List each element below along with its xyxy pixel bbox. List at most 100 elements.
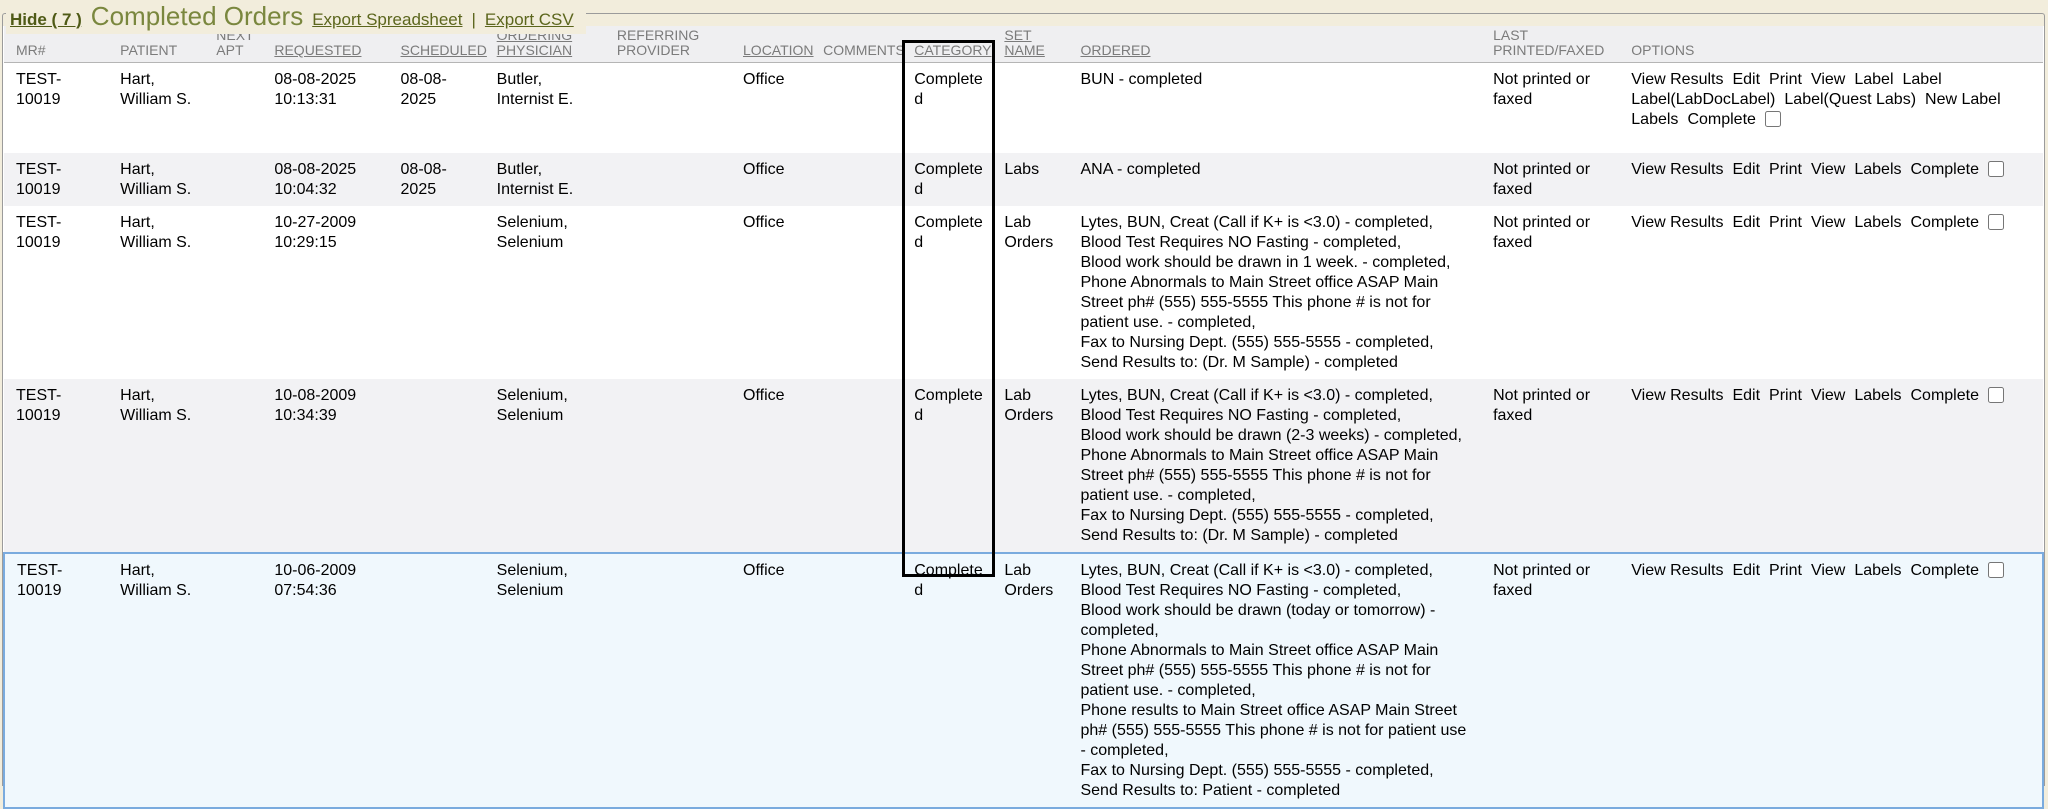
option-link-view[interactable]: View (1811, 386, 1845, 406)
option-link-view-results[interactable]: View Results (1631, 386, 1723, 406)
cell-next-apt (206, 206, 264, 379)
cell-referring-provider (607, 153, 733, 206)
option-link-view-results[interactable]: View Results (1631, 70, 1723, 90)
cell-last-printed-faxed: Not printed or faxed (1483, 553, 1621, 808)
option-link-complete[interactable]: Complete (1911, 561, 1979, 581)
cell-comments (813, 63, 904, 153)
option-link-complete[interactable]: Complete (1911, 213, 1979, 233)
cell-ordered: BUN - completed (1070, 63, 1483, 153)
cell-mr: TEST-10019 (4, 553, 110, 808)
option-link-labels[interactable]: Labels (1631, 110, 1678, 130)
order-row: TEST-10019Hart, William S.10-27-2009 10:… (4, 206, 2043, 379)
option-link-edit[interactable]: Edit (1732, 70, 1760, 90)
option-link-complete[interactable]: Complete (1911, 386, 1979, 406)
cell-referring-provider (607, 206, 733, 379)
option-link-label-labdoclabel[interactable]: Label(LabDocLabel) (1631, 90, 1775, 110)
option-link-labels[interactable]: Labels (1854, 213, 1901, 233)
table-body: TEST-10019Hart, William S.08-08-2025 10:… (4, 63, 2043, 808)
option-link-label[interactable]: Label (1854, 70, 1893, 90)
cell-next-apt (206, 553, 264, 808)
column-header-label-requested[interactable]: REQUESTED (274, 42, 361, 58)
column-header-label-referring-provider: REFERRING PROVIDER (617, 27, 699, 58)
option-link-print[interactable]: Print (1769, 561, 1802, 581)
ordered-item: ANA - completed (1080, 160, 1475, 180)
option-link-print[interactable]: Print (1769, 213, 1802, 233)
option-link-edit[interactable]: Edit (1732, 386, 1760, 406)
column-header-label-category[interactable]: CATEGORY (914, 42, 991, 58)
ordered-item: Send Results to: Patient - completed (1080, 781, 1475, 801)
option-link-view-results[interactable]: View Results (1631, 160, 1723, 180)
column-header-label-options: OPTIONS (1631, 42, 1694, 58)
option-link-view[interactable]: View (1811, 70, 1845, 90)
cell-scheduled (391, 379, 487, 553)
export-spreadsheet-link[interactable]: Export Spreadsheet (312, 10, 462, 30)
column-header-last-printed-faxed: LAST PRINTED/FAXED (1483, 26, 1621, 63)
complete-checkbox[interactable] (1988, 161, 2004, 177)
order-row: TEST-10019Hart, William S.08-08-2025 10:… (4, 63, 2043, 153)
cell-ordering-physician: Selenium, Selenium (487, 379, 607, 553)
cell-comments (813, 379, 904, 553)
ordered-item: Blood work should be drawn in 1 week. - … (1080, 253, 1475, 273)
column-header-referring-provider: REFERRING PROVIDER (607, 26, 733, 63)
complete-checkbox[interactable] (1988, 562, 2004, 578)
column-header-label-patient: PATIENT (120, 42, 177, 58)
complete-checkbox[interactable] (1988, 214, 2004, 230)
cell-last-printed-faxed: Not printed or faxed (1483, 206, 1621, 379)
ordered-item: Blood work should be drawn (today or tom… (1080, 601, 1475, 641)
option-link-print[interactable]: Print (1769, 386, 1802, 406)
ordered-item: Send Results to: (Dr. M Sample) - comple… (1080, 526, 1475, 546)
column-header-label-mr: MR# (16, 42, 46, 58)
column-header-label-comments: COMMENTS (823, 42, 905, 58)
cell-location: Office (733, 379, 813, 553)
export-csv-link[interactable]: Export CSV (485, 10, 574, 30)
cell-scheduled: 08-08-2025 (391, 153, 487, 206)
cell-ordering-physician: Selenium, Selenium (487, 553, 607, 808)
complete-checkbox[interactable] (1988, 387, 2004, 403)
cell-requested: 10-06-2009 07:54:36 (264, 553, 390, 808)
option-link-new-label[interactable]: New Label (1925, 90, 2001, 110)
option-link-edit[interactable]: Edit (1732, 213, 1760, 233)
cell-referring-provider (607, 63, 733, 153)
option-link-label-quest-labs[interactable]: Label(Quest Labs) (1784, 90, 1916, 110)
cell-requested: 08-08-2025 10:13:31 (264, 63, 390, 153)
column-header-set-name: SET NAME (994, 26, 1070, 63)
cell-location: Office (733, 153, 813, 206)
column-header-label-scheduled[interactable]: SCHEDULED (401, 42, 487, 58)
option-link-view[interactable]: View (1811, 561, 1845, 581)
cell-category: Completed (904, 63, 994, 153)
cell-set-name (994, 63, 1070, 153)
ordered-item: Blood work should be drawn (2-3 weeks) -… (1080, 426, 1475, 446)
hide-orders-link[interactable]: Hide ( 7 ) (10, 10, 82, 30)
option-link-labels[interactable]: Labels (1854, 160, 1901, 180)
column-header-location: LOCATION (733, 26, 813, 63)
option-link-view[interactable]: View (1811, 160, 1845, 180)
option-link-labels[interactable]: Labels (1854, 561, 1901, 581)
cell-referring-provider (607, 553, 733, 808)
option-link-view[interactable]: View (1811, 213, 1845, 233)
option-link-labels[interactable]: Labels (1854, 386, 1901, 406)
cell-scheduled (391, 553, 487, 808)
option-link-print[interactable]: Print (1769, 70, 1802, 90)
option-link-view-results[interactable]: View Results (1631, 213, 1723, 233)
ordered-item: Lytes, BUN, Creat (Call if K+ is <3.0) -… (1080, 561, 1475, 581)
option-link-view-results[interactable]: View Results (1631, 561, 1723, 581)
cell-next-apt (206, 379, 264, 553)
cell-location: Office (733, 553, 813, 808)
ordered-item: Fax to Nursing Dept. (555) 555-5555 - co… (1080, 333, 1475, 353)
option-link-edit[interactable]: Edit (1732, 561, 1760, 581)
option-link-complete[interactable]: Complete (1687, 110, 1755, 130)
column-header-label-location[interactable]: LOCATION (743, 42, 814, 58)
option-link-print[interactable]: Print (1769, 160, 1802, 180)
option-link-complete[interactable]: Complete (1911, 160, 1979, 180)
column-header-label-set-name[interactable]: SET NAME (1004, 27, 1044, 58)
cell-patient: Hart, William S. (110, 153, 206, 206)
ordered-item: Blood Test Requires NO Fasting - complet… (1080, 233, 1475, 253)
option-link-edit[interactable]: Edit (1732, 160, 1760, 180)
column-header-label-ordered[interactable]: ORDERED (1080, 42, 1150, 58)
cell-patient: Hart, William S. (110, 379, 206, 553)
ordered-item: Fax to Nursing Dept. (555) 555-5555 - co… (1080, 761, 1475, 781)
option-link-label[interactable]: Label (1903, 70, 1942, 90)
cell-ordering-physician: Butler, Internist E. (487, 63, 607, 153)
cell-ordered: Lytes, BUN, Creat (Call if K+ is <3.0) -… (1070, 553, 1483, 808)
complete-checkbox[interactable] (1765, 111, 1781, 127)
